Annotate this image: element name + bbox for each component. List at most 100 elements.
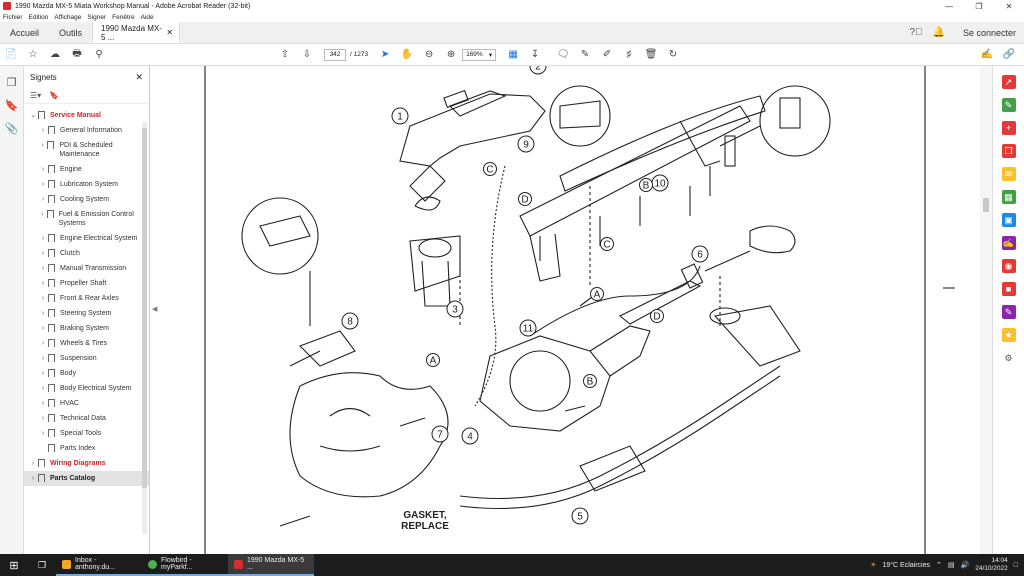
bookmark-item[interactable]: › Body: [24, 366, 149, 381]
bookmark-item[interactable]: › Wheels & Tires: [24, 336, 149, 351]
bookmark-item[interactable]: › Clutch: [24, 246, 149, 261]
bookmark-options-icon[interactable]: ☰▾: [30, 91, 41, 100]
bookmark-item[interactable]: › Steering System: [24, 306, 149, 321]
highlight-pen-icon[interactable]: ✎: [574, 49, 596, 60]
tab-accueil[interactable]: Accueil: [0, 22, 49, 43]
bookmark-item[interactable]: › PDI & Scheduled Maintenance: [24, 138, 149, 162]
bookmark-item[interactable]: › Manual Transmission: [24, 261, 149, 276]
scan-ocr-icon[interactable]: ▣: [1001, 213, 1016, 227]
bookmark-item[interactable]: › Special Tools: [24, 426, 149, 441]
help-icon[interactable]: ?⃝: [909, 27, 922, 38]
chevron-right-icon[interactable]: ›: [38, 294, 48, 303]
close-icon[interactable]: ✕: [994, 0, 1024, 12]
chevron-right-icon[interactable]: ›: [38, 195, 48, 204]
chevron-right-icon[interactable]: ›: [28, 474, 38, 483]
menu-edition[interactable]: Edition: [29, 14, 49, 21]
bookmark-item[interactable]: › Suspension: [24, 351, 149, 366]
page-up-icon[interactable]: ⇧: [274, 49, 296, 60]
menu-signer[interactable]: Signer: [87, 14, 106, 21]
chevron-right-icon[interactable]: ›: [38, 309, 48, 318]
windows-start-icon[interactable]: ⊞: [0, 559, 28, 572]
zoom-in-icon[interactable]: ⊕: [440, 49, 462, 60]
sign-in-button[interactable]: Se connecter: [963, 28, 1016, 38]
tab-document[interactable]: 1990 Mazda MX-5 ... ✕: [92, 22, 181, 43]
close-panel-icon[interactable]: ✕: [135, 72, 143, 83]
network-icon[interactable]: ▤: [948, 561, 955, 569]
chevron-right-icon[interactable]: ›: [38, 180, 48, 189]
print-icon[interactable]: 🖶: [66, 46, 88, 63]
bookmark-item[interactable]: › Propeller Shaft: [24, 276, 149, 291]
tray-chevron-icon[interactable]: ⌃: [936, 561, 942, 569]
combine-files-icon[interactable]: ❐: [1001, 144, 1016, 158]
fill-sign-tool-icon[interactable]: ✍: [1001, 236, 1016, 250]
document-scrollbar[interactable]: [980, 66, 992, 554]
chevron-right-icon[interactable]: ›: [38, 399, 48, 408]
taskbar-app-chrome[interactable]: Flowbird - myParkf...: [142, 554, 228, 576]
chevron-right-icon[interactable]: ›: [38, 429, 48, 438]
page-layout-icon[interactable]: ▦: [502, 49, 524, 60]
menu-affichage[interactable]: Affichage: [54, 14, 81, 21]
select-cursor-icon[interactable]: ➤: [374, 49, 396, 60]
taskbar-app-outlook[interactable]: Inbox - anthony.du...: [56, 554, 142, 576]
protect-icon[interactable]: ◉: [1001, 259, 1016, 273]
menu-aide[interactable]: Aide: [141, 14, 154, 21]
star-icon[interactable]: ☆: [22, 49, 44, 60]
chevron-right-icon[interactable]: ›: [38, 126, 48, 135]
chevron-right-icon[interactable]: ›: [38, 210, 47, 219]
page-down-icon[interactable]: ⇩: [296, 49, 318, 60]
chevron-right-icon[interactable]: ›: [38, 249, 48, 258]
chevron-right-icon[interactable]: ›: [38, 234, 48, 243]
stamp-tool-icon[interactable]: ★: [1001, 328, 1016, 342]
chevron-right-icon[interactable]: ›: [28, 459, 38, 468]
draw-icon[interactable]: ✐: [596, 49, 618, 60]
bookmark-item[interactable]: › Fuel & Emission Control Systems: [24, 207, 149, 231]
document-scroll-thumb[interactable]: [983, 198, 989, 212]
comment-icon[interactable]: 🗨: [552, 49, 574, 60]
chevron-right-icon[interactable]: ›: [38, 369, 48, 378]
bookmark-item[interactable]: › Braking System: [24, 321, 149, 336]
bookmark-item[interactable]: Parts Index: [24, 441, 149, 456]
chevron-right-icon[interactable]: ›: [38, 414, 48, 423]
create-pdf-icon[interactable]: 📄: [0, 49, 22, 60]
close-tab-icon[interactable]: ✕: [166, 28, 173, 37]
chevron-right-icon[interactable]: ›: [38, 384, 48, 393]
export-pdf-icon[interactable]: ↗: [1001, 75, 1016, 89]
redact-icon[interactable]: ■: [1001, 282, 1016, 296]
delete-icon[interactable]: 🗑: [640, 49, 662, 60]
edit-pdf-icon[interactable]: ✎: [1001, 98, 1016, 112]
rotate-icon[interactable]: ↻: [662, 49, 684, 60]
stamp-icon[interactable]: ♯: [618, 49, 640, 60]
chevron-right-icon[interactable]: ›: [38, 279, 48, 288]
collapse-panel-icon[interactable]: ◀: [152, 305, 157, 313]
chevron-right-icon[interactable]: ›: [38, 339, 48, 348]
document-view[interactable]: 1 2 3 4 5 6 7 8 9 10 11 C D C B A A B D GASKET, REPLACE: [160, 66, 980, 554]
menu-fenetre[interactable]: Fenêtre: [112, 14, 134, 21]
request-signature-icon[interactable]: ✎: [1001, 305, 1016, 319]
attachment-icon[interactable]: 📎: [0, 122, 23, 135]
bookmark-item[interactable]: › Wiring Diagrams: [24, 456, 149, 471]
upload-icon[interactable]: ☁: [44, 49, 66, 60]
bookmark-item[interactable]: › General Information: [24, 123, 149, 138]
bookmark-item[interactable]: › Lubricaton System: [24, 177, 149, 192]
add-bookmark-icon[interactable]: 🔖: [49, 91, 59, 100]
more-tools-icon[interactable]: ⚙: [1001, 351, 1016, 365]
bookmark-panel-icon[interactable]: 🔖: [0, 99, 23, 112]
minimize-icon[interactable]: —: [934, 0, 964, 12]
chevron-right-icon[interactable]: ›: [38, 324, 48, 333]
chevron-right-icon[interactable]: ›: [38, 141, 47, 150]
bookmark-item[interactable]: › Engine Electrical System: [24, 231, 149, 246]
task-view-icon[interactable]: ❐: [28, 560, 56, 571]
search-icon[interactable]: ⚲: [88, 49, 110, 60]
bell-icon[interactable]: 🔔: [933, 27, 945, 38]
organize-pages-icon[interactable]: ▦: [1001, 190, 1016, 204]
bookmark-item[interactable]: › HVAC: [24, 396, 149, 411]
chevron-right-icon[interactable]: ›: [38, 165, 48, 174]
chevron-down-icon[interactable]: ⌄: [28, 111, 38, 120]
hand-icon[interactable]: ✋: [396, 49, 418, 60]
scroll-mode-icon[interactable]: ↧: [524, 49, 546, 60]
page-number-input[interactable]: 342: [324, 48, 346, 61]
volume-icon[interactable]: 🔊: [961, 561, 970, 569]
weather-text[interactable]: 19°C Eclaircies: [882, 562, 930, 569]
bookmark-item[interactable]: › Engine: [24, 162, 149, 177]
chevron-right-icon[interactable]: ›: [38, 354, 48, 363]
